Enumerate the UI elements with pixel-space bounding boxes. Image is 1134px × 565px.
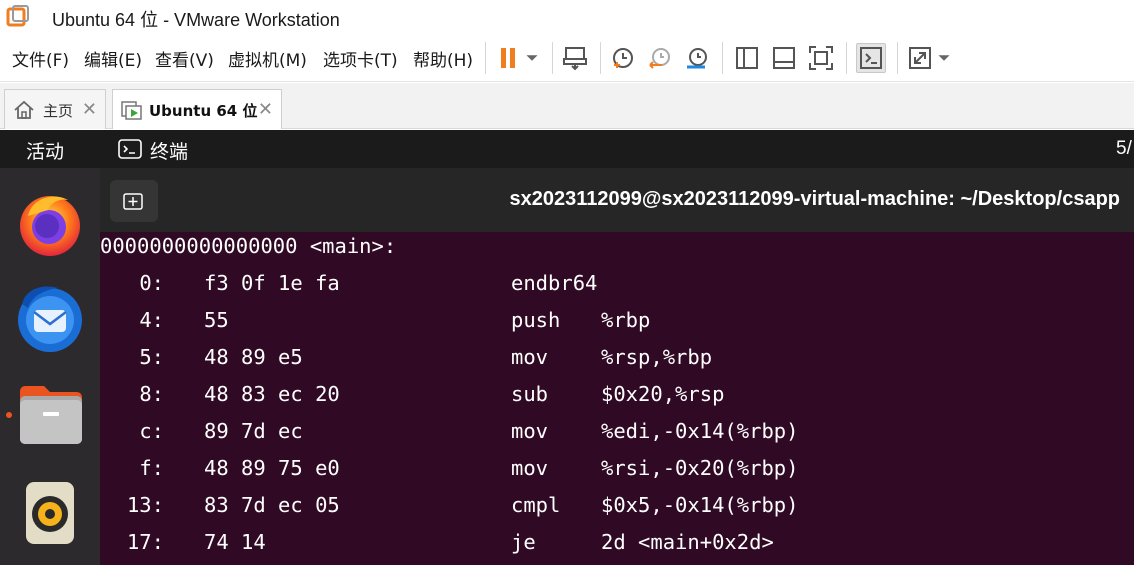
terminal-app-icon (118, 139, 142, 159)
menu-edit[interactable]: 编辑(E) (84, 46, 142, 71)
disasm-mnemonic: sub (511, 382, 549, 406)
disasm-line: 13: 83 7d ec 05 cmpl $0x5,-0x14(%rbp) (100, 493, 1134, 530)
disasm-bytes: 48 83 ec 20 (204, 382, 340, 406)
send-ctrl-alt-del-icon[interactable] (560, 43, 590, 73)
tab-ubuntu-label: Ubuntu 64 位 (149, 102, 258, 120)
thumbnail-bar-icon[interactable] (769, 43, 799, 73)
disasm-operands: %rsi,-0x20(%rbp) (601, 456, 799, 480)
full-screen-icon[interactable] (806, 43, 836, 73)
disasm-operands: %rbp (601, 308, 651, 332)
disasm-mnemonic: cmpl (511, 493, 561, 517)
disasm-operands: $0x20,%rsp (601, 382, 725, 406)
disasm-operands: %rsp,%rbp (601, 345, 713, 369)
menu-vm[interactable]: 虚拟机(M) (228, 46, 307, 71)
disasm-operands: 2d <main+0x2d> (601, 530, 774, 554)
menu-help[interactable]: 帮助(H) (413, 46, 473, 71)
disasm-mnemonic: je (511, 530, 536, 554)
close-icon[interactable]: ✕ (258, 99, 273, 120)
library-icon[interactable] (732, 43, 762, 73)
disasm-bytes: 55 (204, 308, 229, 332)
disasm-mnemonic: endbr64 (511, 271, 598, 295)
disasm-address: 8: (139, 382, 164, 406)
app-menu-label[interactable]: 终端 (150, 137, 188, 164)
close-icon[interactable]: ✕ (82, 99, 97, 120)
rhythmbox-icon[interactable] (14, 476, 86, 548)
toolbar-divider (485, 42, 486, 74)
disasm-bytes: 48 89 75 e0 (204, 456, 340, 480)
toolbar-divider (722, 42, 723, 74)
disasm-operands: $0x5,-0x14(%rbp) (601, 493, 799, 517)
tab-strip: 主页 ✕ Ubuntu 64 位 ✕ (0, 83, 1134, 129)
disasm-address: f: (139, 456, 164, 480)
clock[interactable]: 5/ (1116, 138, 1132, 160)
disasm-address: 17: (126, 530, 164, 554)
snapshot-manager-icon[interactable] (682, 43, 712, 73)
disasm-address: 0: (139, 271, 164, 295)
disasm-bytes: 89 7d ec (204, 419, 303, 443)
terminal-header: sx2023112099@sx2023112099-virtual-machin… (100, 168, 1134, 232)
disasm-bytes: f3 0f 1e fa (204, 271, 340, 295)
disasm-line: f: 48 89 75 e0 mov %rsi,-0x20(%rbp) (100, 456, 1134, 493)
menu-view[interactable]: 查看(V) (155, 46, 214, 71)
disasm-mnemonic: push (511, 308, 561, 332)
tab-home[interactable]: 主页 ✕ (4, 89, 106, 129)
disasm-line: 0: f3 0f 1e fa endbr64 (100, 271, 1134, 308)
disasm-bytes: 83 7d ec 05 (204, 493, 340, 517)
menu-tabs[interactable]: 选项卡(T) (323, 46, 398, 71)
disasm-line: 5: 48 89 e5 mov %rsp,%rbp (100, 345, 1134, 382)
disasm-mnemonic: mov (511, 345, 549, 369)
ubuntu-top-bar: 活动 终端 5/ (0, 130, 1134, 168)
disasm-bytes: 74 14 (204, 530, 266, 554)
thunderbird-icon[interactable] (14, 282, 86, 354)
terminal-window: sx2023112099@sx2023112099-virtual-machin… (100, 168, 1134, 565)
new-tab-icon (123, 193, 143, 210)
stretch-icon[interactable] (905, 43, 935, 73)
dock (0, 168, 100, 565)
terminal-output[interactable]: 0000000000000000 <main>: 0: f3 0f 1e fa en… (100, 232, 1134, 565)
console-view-icon[interactable] (856, 43, 886, 73)
disasm-mnemonic: mov (511, 456, 549, 480)
firefox-icon[interactable] (14, 186, 86, 258)
disasm-line: 4: 55 push %rbp (100, 308, 1134, 345)
disasm-line: 17: 74 14 je 2d <main+0x2d> (100, 530, 1134, 565)
snapshot-icon[interactable] (608, 43, 638, 73)
new-tab-button[interactable] (110, 180, 158, 222)
menu-file[interactable]: 文件(F) (12, 46, 69, 71)
activities-button[interactable]: 活动 (26, 137, 64, 164)
toolbar-divider (897, 42, 898, 74)
vmware-logo-icon (6, 5, 29, 27)
files-icon[interactable] (14, 378, 86, 450)
revert-snapshot-icon[interactable] (645, 43, 675, 73)
disasm-address: 13: (126, 493, 164, 517)
disasm-operands: %edi,-0x14(%rbp) (601, 419, 799, 443)
menu-toolbar: 文件(F) 编辑(E) 查看(V) 虚拟机(M) 选项卡(T) 帮助(H) (0, 34, 1134, 82)
disasm-address: c: (139, 419, 164, 443)
disasm-address: 5: (139, 345, 164, 369)
window-title: Ubuntu 64 位 - VMware Workstation (52, 10, 340, 30)
dropdown-icon[interactable] (520, 43, 544, 73)
tab-home-label: 主页 (43, 102, 74, 120)
running-indicator (6, 412, 12, 418)
toolbar-divider (552, 42, 553, 74)
disasm-line: 8: 48 83 ec 20 sub $0x20,%rsp (100, 382, 1134, 419)
disasm-bytes: 48 89 e5 (204, 345, 303, 369)
disasm-mnemonic: mov (511, 419, 549, 443)
title-bar: Ubuntu 64 位 - VMware Workstation (0, 0, 1134, 34)
disasm-address: 4: (139, 308, 164, 332)
tab-ubuntu[interactable]: Ubuntu 64 位 ✕ (112, 89, 282, 129)
home-icon (14, 100, 34, 119)
disasm-header: 0000000000000000 <main>: (100, 234, 397, 258)
toolbar-divider (846, 42, 847, 74)
stretch-dropdown-icon[interactable] (932, 43, 956, 73)
vm-running-icon (121, 101, 142, 120)
toolbar-divider (600, 42, 601, 74)
terminal-title: sx2023112099@sx2023112099-virtual-machin… (509, 188, 1120, 210)
disasm-line: c: 89 7d ec mov %edi,-0x14(%rbp) (100, 419, 1134, 456)
